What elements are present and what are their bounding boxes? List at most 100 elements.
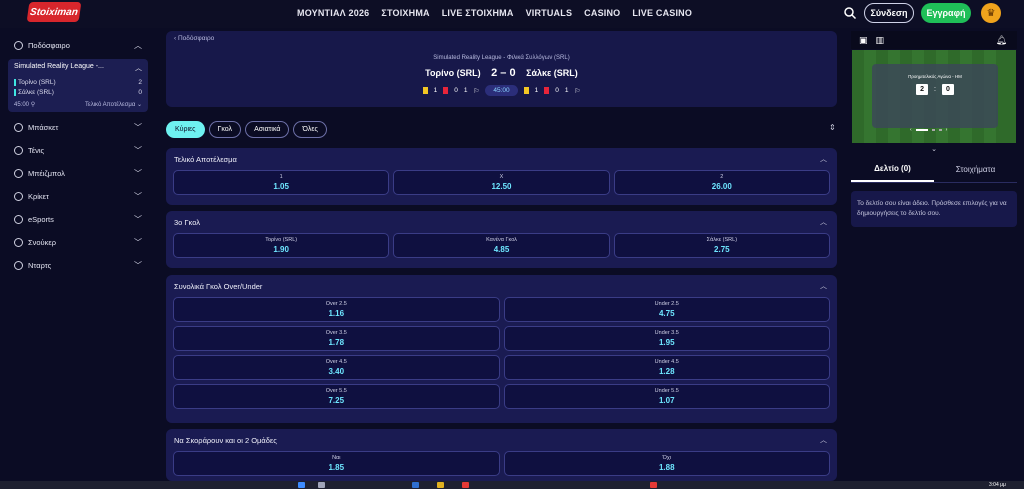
away-team: Σάλκε (SRL) [526,68,578,78]
sidebar-item-snooker[interactable]: Σνούκερ ﹀ [8,231,148,254]
sidebar-item-basketball[interactable]: Μπάσκετ ﹀ [8,116,148,139]
scoreboard-icon[interactable]: ▣ [859,35,868,46]
odd-button[interactable]: Κανένα Γκολ 4.85 [393,233,610,258]
odd-button[interactable]: 1 1.05 [173,170,390,195]
chevron-down-icon: ﹀ [134,123,142,132]
promo-avatar-icon[interactable]: ♛ [981,3,1001,23]
football-icon [14,41,23,50]
carousel-dots[interactable]: ‹ › [910,127,947,133]
chevron-up-icon[interactable]: ︿ [820,154,827,164]
market-title: Συνολικά Γκολ Over/Under [174,281,263,291]
logo[interactable]: Stoiximan [26,2,82,22]
home-team: Τορίνο (SRL) [425,68,481,78]
chevron-up-icon[interactable]: ︿ [820,281,827,291]
cricket-icon [14,192,23,201]
match-stats: 1 0 1 ⚐ 45:00 1 0 1 ⚐ [166,85,837,96]
market-tabs: Κύριες Γκολ Ασιατικά Όλες [166,121,327,138]
breadcrumb-back[interactable]: ‹ Ποδόσφαιρο [174,35,214,42]
chevron-right-icon[interactable]: › [946,127,948,133]
tab-asian[interactable]: Ασιατικά [245,121,290,138]
sidebar-item-tennis[interactable]: Τένις ﹀ [8,139,148,162]
chevron-left-icon: ‹ [174,35,177,42]
nav-mundial[interactable]: ΜΟΥΝΤΙΑΛ 2026 [297,8,369,18]
tab-my-bets[interactable]: Στοιχήματα [934,157,1017,182]
odd-button[interactable]: Σάλκε (SRL) 2.75 [613,233,830,258]
stats-icon[interactable]: ▥ [876,35,885,46]
taskbar-app-icon[interactable] [318,482,325,488]
odd-button[interactable]: Over 3.5 1.78 [173,326,500,351]
odd-button[interactable]: Under 5.5 1.07 [503,384,830,409]
login-button[interactable]: Σύνδεση [864,3,914,23]
home-score: 2 [138,79,142,86]
match-time: 45:00 [14,102,30,108]
baseball-icon [14,169,23,178]
tennis-icon [14,146,23,155]
bell-icon[interactable]: 🔔︎ [996,35,1007,46]
chevron-down-icon: ﹀ [134,192,142,201]
odd-button[interactable]: Ναι 1.85 [173,451,500,476]
collapse-all-icon[interactable]: ⇕ [829,123,836,132]
chevron-down-icon[interactable]: ⌄ [851,145,1017,153]
odd-button[interactable]: 2 26.00 [613,170,830,195]
snooker-icon [14,238,23,247]
main-content: ‹ Ποδόσφαιρο Simulated Reality League - … [166,31,837,481]
sidebar-item-baseball[interactable]: Μπέιζμπολ ﹀ [8,162,148,185]
nav-virtuals[interactable]: VIRTUALS [526,8,573,18]
chevron-up-icon[interactable]: ︿ [820,435,827,445]
nav-casino[interactable]: CASINO [584,8,620,18]
register-button[interactable]: Εγγραφή [921,3,971,23]
odd-button[interactable]: X 12.50 [393,170,610,195]
odd-button[interactable]: Under 3.5 1.95 [503,326,830,351]
nav-live[interactable]: LIVE ΣΤΟΙΧΗΜΑ [442,8,514,18]
basketball-icon [14,123,23,132]
tab-all[interactable]: Όλες [293,121,327,138]
pin-icon[interactable]: ⚲ [31,102,35,108]
search-icon[interactable] [843,6,857,20]
yellow-card-icon [523,87,529,94]
sidebar-item-football[interactable]: Ποδόσφαιρο ︿ [8,34,148,57]
home-score: 2 [916,84,929,95]
market-final-result: Τελικό Αποτέλεσμα ︿ 1 1.05 X 12.50 2 26.00 [166,148,837,205]
sidebar-item-esports[interactable]: eSports ﹀ [8,208,148,231]
tab-betslip[interactable]: Δελτίο (0) [851,157,934,182]
sidebar-item-cricket[interactable]: Κρίκετ ﹀ [8,185,148,208]
league-name: Simulated Reality League - Φιλικά Συλλόγ… [433,55,570,61]
odd-button[interactable]: Over 4.5 3.40 [173,355,500,380]
chevron-down-icon: ⌄ [136,102,142,108]
odd-button[interactable]: Over 5.5 7.25 [173,384,500,409]
odd-button[interactable]: Under 2.5 4.75 [503,297,830,322]
market-both-teams-score: Να Σκοράρουν και οι 2 Ομάδες ︿ Ναι 1.85 Όχ… [166,429,837,481]
taskbar-app-icon[interactable] [650,482,657,488]
chevron-up-icon[interactable]: ︿ [820,217,827,227]
odd-button[interactable]: Under 4.5 1.28 [503,355,830,380]
windows-start-icon[interactable] [298,482,305,488]
live-view-header: ▣ ▥ 🔔︎ [851,31,1017,49]
taskbar-app-icon[interactable] [412,482,419,488]
taskbar-app-icon[interactable] [462,482,469,488]
odd-button[interactable]: Τορίνο (SRL) 1.90 [173,233,390,258]
chevron-left-icon[interactable]: ‹ [910,127,912,133]
taskbar-app-icon[interactable] [437,482,444,488]
market-third-goal: 3ο Γκολ ︿ Τορίνο (SRL) 1.90 Κανένα Γκολ 4.8… [166,211,837,268]
live-league-card[interactable]: Simulated Reality League -... ︿ Τορίνο (S… [8,59,148,112]
odd-button[interactable]: Over 2.5 1.16 [173,297,500,322]
corner-icon: ⚐ [574,87,581,95]
sidebar-item-darts[interactable]: Νταρτς ﹀ [8,254,148,277]
chevron-up-icon: ︿ [134,41,142,50]
nav-sports[interactable]: ΣΤΟΙΧΗΜΑ [381,8,429,18]
chevron-down-icon: ﹀ [134,215,142,224]
chevron-down-icon: ﹀ [134,169,142,178]
tab-goals[interactable]: Γκολ [208,121,242,138]
market-over-under: Συνολικά Γκολ Over/Under ︿ Over 2.5 1.16 U… [166,275,837,423]
score-line: Τορίνο (SRL) 2 – 0 Σάλκε (SRL) [166,67,837,79]
market-select[interactable]: Τελικό Αποτέλεσμα [85,102,135,108]
market-title: Να Σκοράρουν και οι 2 Ομάδες [174,435,277,445]
tab-main[interactable]: Κύριες [166,121,205,138]
match-score: 2 – 0 [491,67,516,79]
darts-icon [14,261,23,270]
home-team: Τορίνο (SRL) [18,79,56,86]
odd-button[interactable]: Όχι 1.88 [503,451,830,476]
away-team: Σάλκε (SRL) [18,89,54,96]
chevron-up-icon: ︿ [135,65,142,72]
nav-live-casino[interactable]: LIVE CASINO [632,8,692,18]
